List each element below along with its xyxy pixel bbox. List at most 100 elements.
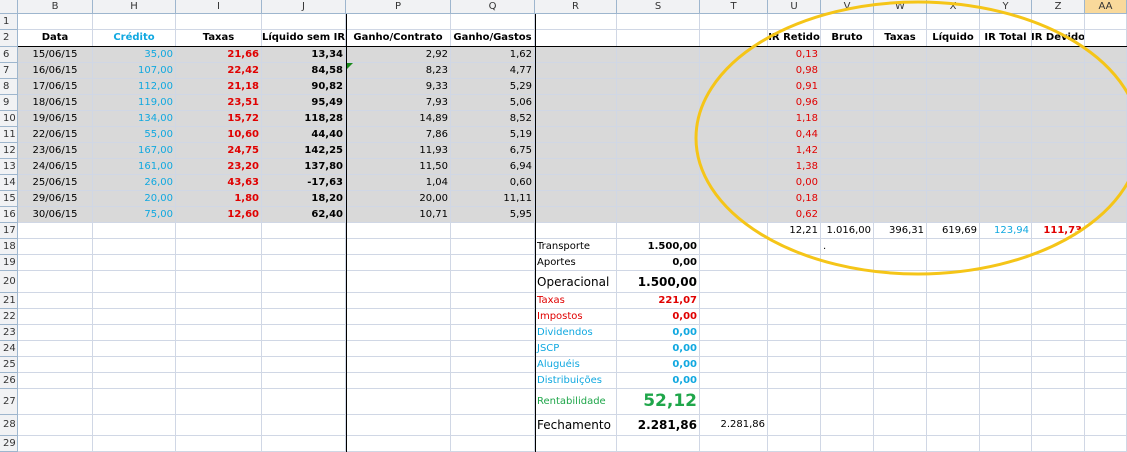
- grid-cell[interactable]: [927, 191, 980, 207]
- grid-cell[interactable]: [1085, 207, 1127, 223]
- grid-cell[interactable]: [821, 111, 874, 127]
- header-ir-total[interactable]: IR Total: [980, 30, 1032, 47]
- grid-cell[interactable]: [176, 223, 262, 239]
- summary-value-rentabilidade[interactable]: 52,12: [617, 389, 700, 415]
- net-before-tax-cell[interactable]: 13,34: [262, 47, 346, 63]
- grid-cell[interactable]: [1032, 175, 1085, 191]
- row-header-22[interactable]: 22: [0, 309, 18, 325]
- gain-per-cost-cell[interactable]: 5,29: [451, 79, 535, 95]
- grid-cell[interactable]: [874, 341, 927, 357]
- grid-cell[interactable]: [1085, 415, 1127, 436]
- grid-cell[interactable]: [346, 309, 451, 325]
- grid-cell[interactable]: [176, 309, 262, 325]
- grid-cell[interactable]: [346, 223, 451, 239]
- gain-per-contract-cell[interactable]: 7,93: [346, 95, 451, 111]
- gain-per-cost-cell[interactable]: 5,19: [451, 127, 535, 143]
- grid-cell[interactable]: [535, 95, 617, 111]
- grid-cell[interactable]: [874, 325, 927, 341]
- grid-cell[interactable]: [874, 239, 927, 255]
- total-gross[interactable]: 1.016,00: [821, 223, 874, 239]
- grid-cell[interactable]: [535, 127, 617, 143]
- grid-cell[interactable]: [535, 14, 617, 30]
- date-cell[interactable]: 30/06/15: [18, 207, 93, 223]
- column-header-h[interactable]: H: [93, 0, 176, 14]
- grid-cell[interactable]: [874, 111, 927, 127]
- credit-cell[interactable]: 20,00: [93, 191, 176, 207]
- grid-cell[interactable]: [768, 239, 821, 255]
- ir-retained-cell[interactable]: 1,42: [768, 143, 821, 159]
- grid-cell[interactable]: [93, 389, 176, 415]
- grid-cell[interactable]: [927, 271, 980, 293]
- grid-cell[interactable]: [980, 325, 1032, 341]
- grid-cell[interactable]: [176, 341, 262, 357]
- header-taxas[interactable]: Taxas: [176, 30, 262, 47]
- grid-cell[interactable]: [700, 63, 768, 79]
- grid-cell[interactable]: [346, 255, 451, 271]
- grid-cell[interactable]: [176, 389, 262, 415]
- grid-cell[interactable]: [874, 389, 927, 415]
- grid-cell[interactable]: [927, 14, 980, 30]
- grid-cell[interactable]: [18, 389, 93, 415]
- summary-label-fechamento[interactable]: Fechamento: [535, 415, 617, 436]
- fees-cell[interactable]: 43,63: [176, 175, 262, 191]
- grid-cell[interactable]: [1085, 175, 1127, 191]
- gain-per-cost-cell[interactable]: 6,94: [451, 159, 535, 175]
- grid-cell[interactable]: [821, 207, 874, 223]
- grid-cell[interactable]: [821, 127, 874, 143]
- date-cell[interactable]: 16/06/15: [18, 63, 93, 79]
- grid-cell[interactable]: [874, 207, 927, 223]
- ir-retained-cell[interactable]: 0,00: [768, 175, 821, 191]
- gain-per-contract-cell[interactable]: 20,00: [346, 191, 451, 207]
- grid-cell[interactable]: [451, 325, 535, 341]
- grid-cell[interactable]: [1032, 159, 1085, 175]
- ir-retained-cell[interactable]: 1,38: [768, 159, 821, 175]
- grid-cell[interactable]: [700, 271, 768, 293]
- summary-value-dividendos[interactable]: 0,00: [617, 325, 700, 341]
- grid-cell[interactable]: [1085, 389, 1127, 415]
- column-header-z[interactable]: Z: [1032, 0, 1085, 14]
- grid-cell[interactable]: [346, 357, 451, 373]
- date-cell[interactable]: 18/06/15: [18, 95, 93, 111]
- grid-cell[interactable]: [93, 357, 176, 373]
- fees-cell[interactable]: 24,75: [176, 143, 262, 159]
- grid-cell[interactable]: [700, 79, 768, 95]
- grid-cell[interactable]: [535, 111, 617, 127]
- grid-cell[interactable]: [874, 255, 927, 271]
- grid-cell[interactable]: [1032, 271, 1085, 293]
- grid-cell[interactable]: [874, 79, 927, 95]
- grid-cell[interactable]: [1032, 325, 1085, 341]
- grid-cell[interactable]: [176, 436, 262, 452]
- column-header-s[interactable]: S: [617, 0, 700, 14]
- grid-cell[interactable]: [617, 14, 700, 30]
- grid-cell[interactable]: [700, 191, 768, 207]
- grid-cell[interactable]: [176, 14, 262, 30]
- grid-cell[interactable]: [451, 341, 535, 357]
- grid-cell[interactable]: [874, 95, 927, 111]
- gain-per-cost-cell[interactable]: 11,11: [451, 191, 535, 207]
- grid-cell[interactable]: [262, 357, 346, 373]
- grid-cell[interactable]: [874, 293, 927, 309]
- column-header-t[interactable]: T: [700, 0, 768, 14]
- row-header-17[interactable]: 17: [0, 223, 18, 239]
- grid-cell[interactable]: [980, 255, 1032, 271]
- grid-cell[interactable]: [980, 143, 1032, 159]
- grid-cell[interactable]: [262, 415, 346, 436]
- grid-cell[interactable]: [18, 239, 93, 255]
- grid-cell[interactable]: [262, 239, 346, 255]
- grid-cell[interactable]: [700, 341, 768, 357]
- grid-cell[interactable]: [1032, 293, 1085, 309]
- ir-retained-cell[interactable]: 0,96: [768, 95, 821, 111]
- grid-cell[interactable]: [18, 271, 93, 293]
- grid-cell[interactable]: [1085, 127, 1127, 143]
- summary-label-jscp[interactable]: JSCP: [535, 341, 617, 357]
- grid-cell[interactable]: [451, 309, 535, 325]
- grid-cell[interactable]: [768, 309, 821, 325]
- net-before-tax-cell[interactable]: 84,58: [262, 63, 346, 79]
- grid-cell[interactable]: [535, 223, 617, 239]
- summary-value-fechamento[interactable]: 2.281,86: [617, 415, 700, 436]
- grid-cell[interactable]: [262, 14, 346, 30]
- grid-cell[interactable]: [821, 14, 874, 30]
- grid-cell[interactable]: [1085, 309, 1127, 325]
- grid-cell[interactable]: [93, 239, 176, 255]
- grid-cell[interactable]: [821, 191, 874, 207]
